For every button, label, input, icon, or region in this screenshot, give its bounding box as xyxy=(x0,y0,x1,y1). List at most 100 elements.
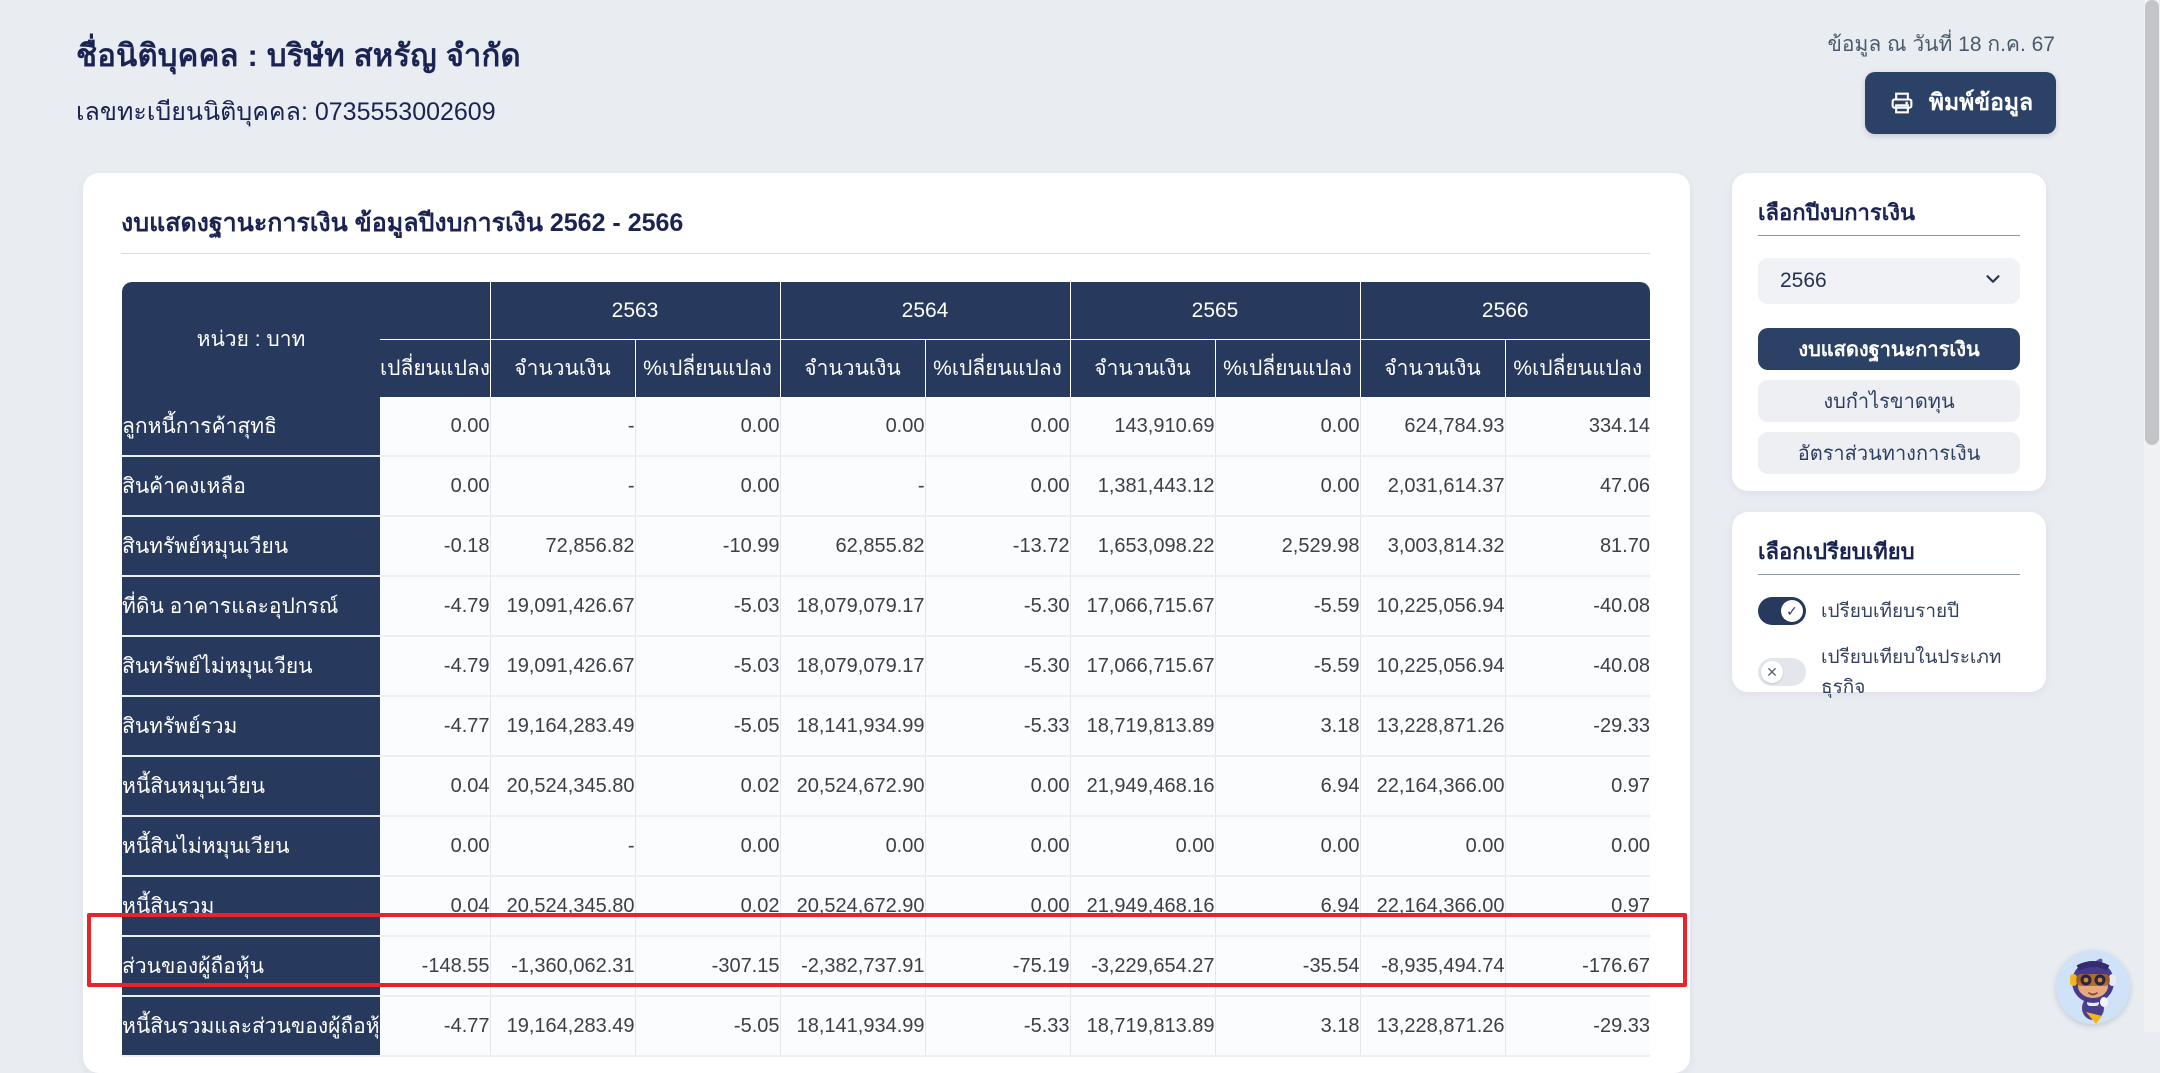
cell-value: 18,719,813.89 xyxy=(1070,996,1215,1056)
cell-value: 62,855.82 xyxy=(780,516,925,576)
cell-value: 17,066,715.67 xyxy=(1070,576,1215,636)
toggle-on-switch[interactable]: ✓ xyxy=(1758,597,1806,625)
cell-value: -5.03 xyxy=(635,636,780,696)
cell-value: 19,091,426.67 xyxy=(490,636,635,696)
column-subheader: %เปลี่ยนแปลง xyxy=(925,340,1070,398)
cell-value: 10,225,056.94 xyxy=(1360,636,1505,696)
comparison-toggle-group: ✓ เปรียบเทียบรายปี ✕ เปรียบเทียบในประเภทธุร… xyxy=(1758,596,2020,702)
cell-value: 13,228,871.26 xyxy=(1360,996,1505,1056)
cell-value: 1,653,098.22 xyxy=(1070,516,1215,576)
toggle-label: เปรียบเทียบในประเภทธุรกิจ xyxy=(1821,642,2020,702)
chatbot-avatar[interactable] xyxy=(2056,950,2130,1024)
comparison-toggle-row[interactable]: ✓ เปรียบเทียบรายปี xyxy=(1758,596,2020,626)
cell-value: -5.33 xyxy=(925,996,1070,1056)
cell-value: 22,164,366.00 xyxy=(1360,756,1505,816)
cell-value: - xyxy=(780,456,925,516)
table-row: หนี้สินรวม0.0420,524,345.800.0220,524,67… xyxy=(122,876,1650,936)
row-label: ส่วนของผู้ถือหุ้น xyxy=(122,936,380,996)
clipped-year-cell xyxy=(380,282,490,340)
cell-value: -4.79 xyxy=(380,576,490,636)
cell-value: 0.00 xyxy=(635,397,780,456)
cell-value: 0.00 xyxy=(925,816,1070,876)
report-tab-button[interactable]: งบกำไรขาดทุน xyxy=(1758,380,2020,422)
statement-table-body: ลูกหนี้การค้าสุทธิ0.00-0.000.000.00143,9… xyxy=(122,397,1650,1056)
comparison-toggle-row[interactable]: ✕ เปรียบเทียบในประเภทธุรกิจ xyxy=(1758,642,2020,702)
cell-value: -4.77 xyxy=(380,996,490,1056)
cell-value: 334.14 xyxy=(1505,397,1650,456)
vertical-scrollbar[interactable] xyxy=(2144,0,2160,1032)
cell-value: 81.70 xyxy=(1505,516,1650,576)
column-subheader: จำนวนเงิน xyxy=(780,340,925,398)
cell-value: -5.59 xyxy=(1215,576,1360,636)
title-divider xyxy=(121,253,1650,254)
cell-value: - xyxy=(490,816,635,876)
cell-value: -10.99 xyxy=(635,516,780,576)
cell-value: 0.02 xyxy=(635,876,780,936)
cell-value: - xyxy=(490,397,635,456)
column-subheader: %เปลี่ยนแปลง xyxy=(1215,340,1360,398)
table-row: ส่วนของผู้ถือหุ้น-148.55-1,360,062.31-30… xyxy=(122,936,1650,996)
cell-value: 22,164,366.00 xyxy=(1360,876,1505,936)
comparison-card: เลือกเปรียบเทียบ ✓เปรียบเทียบรายปี✕เปรีย… xyxy=(1732,512,2046,692)
cell-value: 20,524,345.80 xyxy=(490,876,635,936)
cell-value: 47.06 xyxy=(1505,456,1650,516)
report-tab-button[interactable]: อัตราส่วนทางการเงิน xyxy=(1758,432,2020,474)
cell-value: 0.04 xyxy=(380,876,490,936)
cell-value: - xyxy=(490,456,635,516)
cell-value: 0.00 xyxy=(1215,397,1360,456)
cell-value: 0.00 xyxy=(925,756,1070,816)
cell-value: 0.00 xyxy=(1505,816,1650,876)
check-icon: ✓ xyxy=(1781,600,1803,622)
column-subheader: จำนวนเงิน xyxy=(1360,340,1505,398)
cell-value: 0.00 xyxy=(635,816,780,876)
cell-value: -40.08 xyxy=(1505,636,1650,696)
cell-value: 0.00 xyxy=(1215,816,1360,876)
cell-value: 13,228,871.26 xyxy=(1360,696,1505,756)
cell-value: -5.59 xyxy=(1215,636,1360,696)
cell-value: -5.30 xyxy=(925,636,1070,696)
print-button[interactable]: พิมพ์ข้อมูล xyxy=(1865,72,2056,134)
cell-value: 0.00 xyxy=(380,816,490,876)
table-row: หนี้สินรวมและส่วนของผู้ถือหุ้น-4.7719,16… xyxy=(122,996,1650,1056)
fiscal-year-card: เลือกปีงบการเงิน 2566 งบแสดงฐานะการเงินง… xyxy=(1732,173,2046,491)
row-label: หนี้สินรวมและส่วนของผู้ถือหุ้น xyxy=(122,996,380,1056)
cell-value: -0.18 xyxy=(380,516,490,576)
statement-title: งบแสดงฐานะการเงิน ข้อมูลปีงบการเงิน 2562… xyxy=(121,203,683,243)
cell-value: 0.00 xyxy=(380,456,490,516)
cell-value: 1,381,443.12 xyxy=(1070,456,1215,516)
clipped-change-header: เปลี่ยนแปลง xyxy=(380,340,490,398)
year-header: 2563 xyxy=(490,282,780,340)
report-tab-button[interactable]: งบแสดงฐานะการเงิน xyxy=(1758,328,2020,370)
table-row: หนี้สินไม่หมุนเวียน0.00-0.000.000.000.00… xyxy=(122,816,1650,876)
cell-value: 6.94 xyxy=(1215,876,1360,936)
fiscal-year-select[interactable]: 2566 xyxy=(1758,258,2020,304)
cell-value: -5.33 xyxy=(925,696,1070,756)
cell-value: -8,935,494.74 xyxy=(1360,936,1505,996)
toggle-label: เปรียบเทียบรายปี xyxy=(1821,596,1959,626)
cell-value: 18,079,079.17 xyxy=(780,576,925,636)
cell-value: 20,524,672.90 xyxy=(780,876,925,936)
cell-value: 19,164,283.49 xyxy=(490,696,635,756)
cell-value: 18,141,934.99 xyxy=(780,996,925,1056)
cell-value: 0.04 xyxy=(380,756,490,816)
cell-value: -29.33 xyxy=(1505,996,1650,1056)
cell-value: 0.00 xyxy=(380,397,490,456)
scrollbar-thumb[interactable] xyxy=(2145,0,2159,445)
cell-value: 0.00 xyxy=(925,456,1070,516)
cell-value: 20,524,672.90 xyxy=(780,756,925,816)
cell-value: 19,091,426.67 xyxy=(490,576,635,636)
cell-value: -5.05 xyxy=(635,996,780,1056)
cell-value: -148.55 xyxy=(380,936,490,996)
cell-value: 0.00 xyxy=(925,397,1070,456)
cell-value: -2,382,737.91 xyxy=(780,936,925,996)
cell-value: 17,066,715.67 xyxy=(1070,636,1215,696)
statement-card: งบแสดงฐานะการเงิน ข้อมูลปีงบการเงิน 2562… xyxy=(83,173,1690,1073)
cell-value: -40.08 xyxy=(1505,576,1650,636)
toggle-off-switch[interactable]: ✕ xyxy=(1758,658,1806,686)
cell-value: 3.18 xyxy=(1215,696,1360,756)
column-subheader: จำนวนเงิน xyxy=(490,340,635,398)
cell-value: -29.33 xyxy=(1505,696,1650,756)
cell-value: 0.00 xyxy=(1070,816,1215,876)
table-row: หนี้สินหมุนเวียน0.0420,524,345.800.0220,… xyxy=(122,756,1650,816)
year-header: 2565 xyxy=(1070,282,1360,340)
